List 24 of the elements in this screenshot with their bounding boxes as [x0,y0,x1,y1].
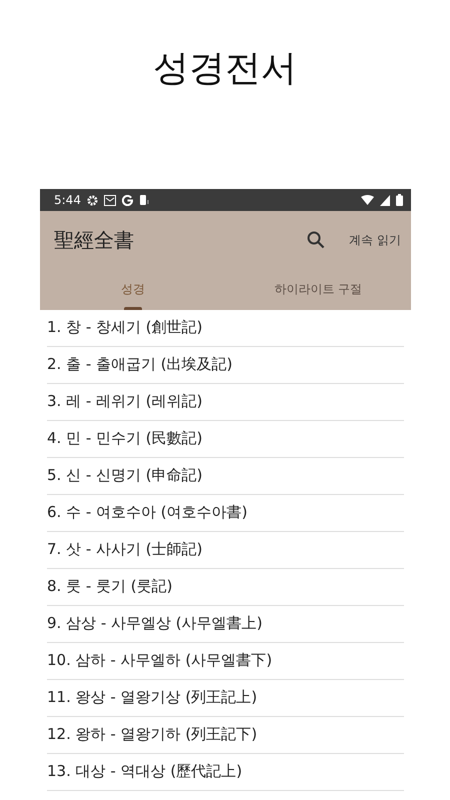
book-item[interactable]: 1. 창 - 창세기 (創世記) [47,310,404,347]
signal-icon [380,194,390,206]
page-title: 성경전서 [152,47,298,91]
book-item[interactable]: 9. 삼상 - 사무엘상 (사무엘書上) [47,606,404,643]
status-time: 5:44 [54,193,81,207]
book-item[interactable]: 6. 수 - 여호수아 (여호수아書) [47,495,404,532]
book-item[interactable]: 11. 왕상 - 열왕기상 (列王記上) [47,680,404,717]
book-item[interactable]: 7. 삿 - 사사기 (士師記) [47,532,404,569]
book-item[interactable]: 10. 삼하 - 사무엘하 (사무엘書下) [47,643,404,680]
phone-icon [138,194,150,206]
book-item[interactable]: 13. 대상 - 역대상 (歷代記上) [47,754,404,791]
battery-icon [396,194,403,206]
book-item[interactable]: 3. 레 - 레위기 (레위記) [47,384,404,421]
tab[interactable]: 하이라이트 구절 [226,269,411,310]
book-item[interactable]: 5. 신 - 신명기 (申命記) [47,458,404,495]
book-item[interactable]: 2. 출 - 출애굽기 (出埃及記) [47,347,404,384]
app-title: 聖經全書 [54,226,135,254]
continue-reading-button[interactable]: 계속 읽기 [349,228,401,252]
mail-icon [104,194,116,206]
book-item[interactable]: 8. 룻 - 룻기 (룻記) [47,569,404,606]
book-item[interactable]: 4. 민 - 민수기 (民數記) [47,421,404,458]
book-item[interactable]: 12. 왕하 - 열왕기하 (列王記下) [47,717,404,754]
g-icon [122,194,133,206]
wifi-icon [361,194,374,206]
